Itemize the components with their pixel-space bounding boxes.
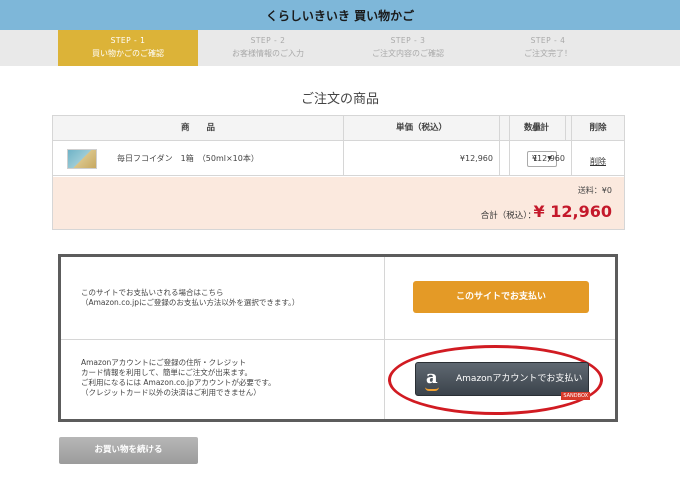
step-1-cart-confirm: STEP - 1 買い物かごのご確認 [58,30,198,66]
total-amount: ¥ 12,960 [533,202,612,221]
step-number: STEP - 4 [530,36,566,45]
column-header-subtotal: 小計 [509,116,571,141]
delete-cell: 削除 [571,141,624,176]
site-payment-description: このサイトでお支払いされる場合はこちら （Amazon.co.jpにご登録のお支… [81,288,299,308]
sandbox-badge: SANDBOX [561,392,590,400]
step-number: STEP - 3 [390,36,426,45]
step-2-customer-info: STEP - 2 お客様情報のご入力 [198,30,338,66]
order-section-title: ご注文の商品 [300,92,379,107]
step-label: お客様情報のご入力 [232,49,304,58]
amazon-payment-text-line: カード情報を利用して、簡単にご注文が出来ます。 [81,368,252,377]
site-payment-text-line: （Amazon.co.jpにご登録のお支払い方法以外を選択できます。） [81,298,300,307]
order-summary: 送料：¥0 合計（税込）： ¥ 12,960 [53,177,624,229]
delete-item-link[interactable]: 削除 [590,157,606,166]
step-label: 買い物かごのご確認 [92,49,164,58]
top-header-bar: くらしいきいき 買い物かご [0,0,680,30]
subtotal-value: ¥12,960 [509,141,571,176]
divider [384,257,385,419]
column-header-unit-price: 単価（税込） [343,116,499,140]
unit-price-value: ¥12,960 [343,141,499,176]
amazon-payment-text-line: Amazonアカウントにご登録の住所・クレジット [81,358,247,367]
checkout-steps: STEP - 1 買い物かごのご確認 STEP - 2 お客様情報のご入力 ST… [0,30,680,66]
payment-options-box: このサイトでお支払いされる場合はこちら （Amazon.co.jpにご登録のお支… [58,254,618,422]
shipping-fee: 送料：¥0 [577,186,612,195]
amazon-pay-button[interactable]: a Amazonアカウントでお支払い SANDBOX [415,362,590,400]
product-name: 毎日フコイダン 1箱 （50ml×10本） [117,154,259,163]
continue-shopping-button[interactable]: お買い物を続ける [59,437,198,464]
site-payment-text-line: このサイトでお支払いされる場合はこちら [81,288,224,297]
step-number: STEP - 2 [250,36,286,45]
amazon-pay-button-label: Amazonアカウントでお支払い [456,374,583,384]
amazon-payment-text-line: ご利用になるには Amazon.co.jpアカウントが必要です。 [81,378,276,387]
page-header-title: くらしいきいき 買い物かご [265,9,415,23]
amazon-payment-text-line: （クレジットカード以外の決済はご利用できません） [81,388,261,397]
step-3-order-review: STEP - 3 ご注文内容のご確認 [338,30,478,66]
step-4-order-complete: STEP - 4 ご注文完了！ [478,30,618,66]
divider [61,339,615,340]
column-header-product: 商 品 [180,123,215,133]
total-label: 合計（税込）： [480,211,536,221]
column-header-delete: 削除 [571,116,624,141]
amazon-smile-icon [425,387,439,391]
step-number: STEP - 1 [110,36,146,45]
step-label: ご注文内容のご確認 [372,49,444,58]
site-payment-button[interactable]: このサイトでお支払い [413,281,589,313]
product-thumbnail-image [67,149,97,169]
step-label: ご注文完了！ [524,49,572,58]
amazon-payment-description: Amazonアカウントにご登録の住所・クレジット カード情報を利用して、簡単にご… [81,358,276,398]
